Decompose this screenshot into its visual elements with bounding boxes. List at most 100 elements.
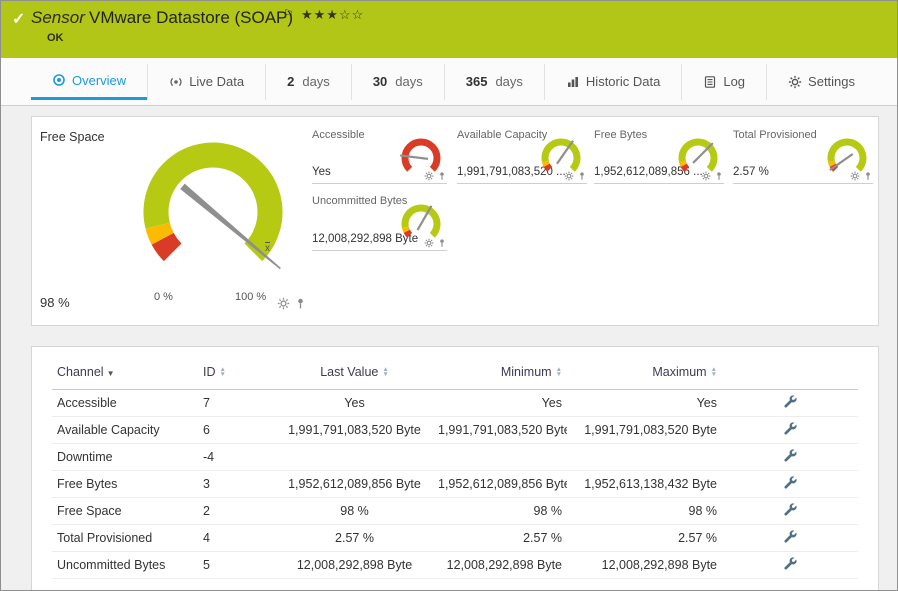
sensor-page: ✓ Sensor VMware Datastore (SOAP) ⚐ ★★★☆☆… <box>0 0 898 591</box>
mini-title-total-provisioned: Total Provisioned <box>733 129 817 141</box>
column-header-last-value[interactable]: Last Value ▲ ▼ <box>272 355 437 390</box>
cell-channel: Free Space <box>52 497 202 525</box>
column-header-last-value-label: Last Value <box>320 364 379 379</box>
table-row-free-bytes[interactable]: Free Bytes 3 1,952,612,089,856 Byte 1,95… <box>52 470 858 498</box>
cell-minimum: 1,991,791,083,520 Byte <box>437 416 567 444</box>
tab-30-days-number: 30 <box>372 74 388 89</box>
tab-30-days-unit: days <box>395 74 423 89</box>
main-gauge-value: 98 % <box>40 295 70 310</box>
tab-overview[interactable]: Overview <box>31 64 148 100</box>
mini-gauge-total-provisioned: Total Provisioned 2.57 % <box>733 129 873 184</box>
mini-value-accessible: Yes <box>312 166 331 178</box>
cell-minimum: 2.57 % <box>437 524 567 552</box>
pin-icon[interactable] <box>577 171 587 181</box>
gauge-pin-icon[interactable] <box>294 297 307 310</box>
cell-minimum: 1,952,612,089,856 Byte <box>437 470 567 498</box>
gauge-average-marker: x <box>265 243 270 254</box>
sort-desc-icon: ▼ <box>106 368 115 378</box>
table-row-available-capacity[interactable]: Available Capacity 6 1,991,791,083,520 B… <box>52 416 858 444</box>
stars-filled[interactable]: ★★★ <box>301 7 339 22</box>
table-header-row: Channel ▼ ID ▲ ▼ Last Value ▲ ▼ Minimum ▲ ▼ Max… <box>52 355 858 390</box>
cell-minimum: 12,008,292,898 Byte <box>437 551 567 579</box>
main-gauge-title: Free Space <box>40 130 105 144</box>
mini-title-uncommitted-bytes: Uncommitted Bytes <box>312 195 408 207</box>
ok-check-icon: ✓ <box>12 11 26 28</box>
column-header-maximum-label: Maximum <box>652 364 707 379</box>
cell-id: 5 <box>202 551 272 579</box>
tab-settings-label: Settings <box>808 74 856 89</box>
pin-icon[interactable] <box>437 171 447 181</box>
cell-id: 4 <box>202 524 272 552</box>
cell-maximum: 12,008,292,898 Byte <box>567 551 722 579</box>
column-header-maximum[interactable]: Maximum ▲ ▼ <box>567 355 722 390</box>
cell-last-value: 1,952,612,089,856 Byte <box>272 470 437 498</box>
gauge-settings-gear-icon[interactable] <box>277 297 290 310</box>
tab-settings[interactable]: Settings <box>766 63 876 100</box>
column-header-minimum-label: Minimum <box>500 364 552 379</box>
table-row-accessible[interactable]: Accessible 7 Yes Yes Yes <box>52 389 858 417</box>
cell-last-value: 2.57 % <box>272 524 437 552</box>
cell-last-value: 1,991,791,083,520 Byte <box>272 416 437 444</box>
table-row-uncommitted-bytes[interactable]: Uncommitted Bytes 5 12,008,292,898 Byte … <box>52 551 858 579</box>
tab-live-data[interactable]: Live Data <box>147 63 265 100</box>
channel-settings-wrench-icon[interactable] <box>783 448 798 463</box>
mini-actions <box>424 171 447 181</box>
tab-365-days[interactable]: 365 days <box>443 63 544 100</box>
table-row-downtime[interactable]: Downtime -4 <box>52 443 858 471</box>
cell-channel: Total Provisioned <box>52 524 202 552</box>
tab-2-days[interactable]: 2 days <box>265 63 351 100</box>
column-header-actions <box>722 355 858 390</box>
gear-icon[interactable] <box>424 238 434 248</box>
cell-channel: Accessible <box>52 389 202 417</box>
tab-2-days-unit: days <box>302 74 330 89</box>
gear-icon[interactable] <box>850 171 860 181</box>
channel-settings-wrench-icon[interactable] <box>783 529 798 544</box>
gauge-scale-max: 100 % <box>235 291 267 303</box>
live-data-icon <box>170 77 182 86</box>
tab-log[interactable]: Log <box>681 63 766 100</box>
stars-empty[interactable]: ☆☆ <box>339 7 364 22</box>
channel-settings-wrench-icon[interactable] <box>783 556 798 571</box>
cell-last-value: 12,008,292,898 Byte <box>272 551 437 579</box>
tab-365-days-unit: days <box>495 74 523 89</box>
cell-minimum <box>437 443 567 471</box>
sensor-status-badge: OK <box>47 32 64 44</box>
sort-icon: ▲ ▼ <box>710 366 717 379</box>
priority-flag-icon[interactable]: ⚐ <box>283 7 294 21</box>
tab-live-data-label: Live Data <box>189 74 245 89</box>
cell-maximum <box>567 443 722 471</box>
cell-last-value <box>272 443 437 471</box>
pin-icon[interactable] <box>863 171 873 181</box>
column-header-channel[interactable]: Channel ▼ <box>52 355 202 390</box>
mini-value-total-provisioned: 2.57 % <box>733 166 769 178</box>
mini-gauge-free-bytes: Free Bytes 1,952,612,089,856 ... <box>594 129 724 184</box>
cell-last-value: 98 % <box>272 497 437 525</box>
table-row-total-provisioned[interactable]: Total Provisioned 4 2.57 % 2.57 % 2.57 % <box>52 524 858 552</box>
cell-channel: Uncommitted Bytes <box>52 551 202 579</box>
mini-actions <box>850 171 873 181</box>
gear-icon[interactable] <box>564 171 574 181</box>
channels-panel: Channel ▼ ID ▲ ▼ Last Value ▲ ▼ Minimum ▲ ▼ Max… <box>31 346 879 590</box>
mini-gauges-area: Accessible Yes Available Capacity 1,991,… <box>312 129 880 315</box>
cell-minimum: Yes <box>437 389 567 417</box>
tab-30-days[interactable]: 30 days <box>350 63 444 100</box>
pin-icon[interactable] <box>714 171 724 181</box>
column-header-id[interactable]: ID ▲ ▼ <box>202 355 272 390</box>
gear-icon[interactable] <box>424 171 434 181</box>
table-row-free-space[interactable]: Free Space 2 98 % 98 % 98 % <box>52 497 858 525</box>
column-header-minimum[interactable]: Minimum ▲ ▼ <box>437 355 567 390</box>
star-rating[interactable]: ★★★☆☆ <box>301 7 364 23</box>
overview-icon <box>53 74 65 86</box>
channel-settings-wrench-icon[interactable] <box>783 421 798 436</box>
channel-settings-wrench-icon[interactable] <box>783 502 798 517</box>
gear-icon[interactable] <box>701 171 711 181</box>
cell-last-value: Yes <box>272 389 437 417</box>
sensor-header: ✓ Sensor VMware Datastore (SOAP) ⚐ ★★★☆☆… <box>1 1 897 58</box>
channel-settings-wrench-icon[interactable] <box>783 394 798 409</box>
pin-icon[interactable] <box>437 238 447 248</box>
channel-settings-wrench-icon[interactable] <box>783 475 798 490</box>
log-icon <box>705 75 716 88</box>
gauges-panel: Free Space 98 % 0 % 100 % x Accessible Y… <box>31 116 879 326</box>
tab-historic-data[interactable]: Historic Data <box>543 63 681 100</box>
mini-actions <box>701 171 724 181</box>
